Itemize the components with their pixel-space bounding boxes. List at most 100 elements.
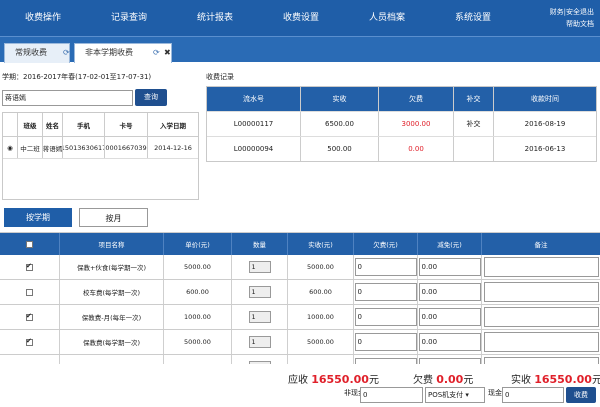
item-checkbox[interactable] <box>26 312 33 321</box>
table-header: 流水号 实收 欠费 补交 收款时间 <box>207 87 596 111</box>
owed-input[interactable]: 0 <box>354 358 417 364</box>
table-row[interactable]: 保教费(每学期一次)5000.0015000.0000.00 <box>0 330 600 355</box>
records-title: 收费记录 <box>206 73 234 81</box>
menu-reports[interactable]: 统计报表 <box>172 0 258 36</box>
term-info: 学期：2016-2017年春(17-02-01至17-07-31) <box>2 73 152 81</box>
search-input[interactable]: 蒋语嫣 <box>2 90 133 106</box>
table-row[interactable]: 保教费-月(每年一次)1000.0011000.0000.00 <box>0 305 600 330</box>
col-owed: 欠费(元) <box>354 233 418 255</box>
note-input[interactable] <box>483 257 599 277</box>
cell-paid: 1500.00 <box>288 355 354 364</box>
finance-user-link[interactable]: 财务 <box>550 8 564 16</box>
owed-cell: 0 <box>354 280 418 304</box>
note-input[interactable] <box>483 307 599 327</box>
discount-input[interactable]: 0.00 <box>418 283 481 301</box>
col-class: 班级 <box>18 113 43 136</box>
cell-item-name: 伙食费(每学期一次) <box>60 355 164 364</box>
menu-fee-settings[interactable]: 收费设置 <box>258 0 344 36</box>
help-link[interactable]: 帮助文档 <box>530 18 594 30</box>
table-row[interactable]: L00000094 500.00 0.00 2016-06-13 <box>207 136 596 161</box>
item-checkbox[interactable] <box>26 363 33 364</box>
menu-record-query[interactable]: 记录查询 <box>86 0 172 36</box>
qty-input[interactable]: 1 <box>248 336 271 348</box>
cell-time: 2016-06-13 <box>524 145 566 153</box>
discount-input[interactable]: 0.00 <box>418 333 481 351</box>
discount-input[interactable]: 0.00 <box>418 358 481 364</box>
submit-fee-button[interactable]: 收费 <box>566 387 596 403</box>
checkbox-cell <box>0 255 60 279</box>
discount-input[interactable]: 0.00 <box>418 258 481 276</box>
note-input[interactable] <box>483 332 599 352</box>
logout-link[interactable]: 安全退出 <box>566 8 594 16</box>
main-menu: 收费操作 记录查询 统计报表 收费设置 人员档案 系统设置 <box>0 0 530 36</box>
qty-input[interactable]: 1 <box>248 286 271 298</box>
cell-serial: L00000094 <box>207 137 301 161</box>
table-row[interactable]: 伙食费(每学期一次)1500.0011500.0000.00 <box>0 355 600 364</box>
table-header: 班级 姓名 手机 卡号 入学日期 <box>3 113 198 137</box>
owed-input[interactable]: 0 <box>354 308 417 326</box>
cell-item-name: 保教+伙食(每学期一次) <box>60 255 164 279</box>
noncash-input[interactable]: 0 <box>360 387 423 403</box>
col-makeup: 补交 <box>454 87 494 111</box>
cell-price: 1000.00 <box>164 305 232 329</box>
cell-item-name: 校车费(每学期一次) <box>60 280 164 304</box>
cell-date: 2014-12-16 <box>154 143 192 152</box>
chevron-down-icon: ▾ <box>465 391 469 399</box>
cell-price: 1500.00 <box>164 355 232 364</box>
owed-input[interactable]: 0 <box>354 258 417 276</box>
cell-paid: 5000.00 <box>288 255 354 279</box>
by-month-button[interactable]: 按月 <box>79 208 148 227</box>
qty-input[interactable]: 1 <box>248 261 271 273</box>
tab-bar: 常规收费 ⟳ 非本学期收费 ⟳ ✖ <box>0 36 600 63</box>
cell-makeup <box>454 137 494 161</box>
query-button[interactable]: 查询 <box>135 89 167 106</box>
note-input[interactable] <box>483 282 599 302</box>
discount-cell: 0.00 <box>418 330 482 354</box>
col-item-name: 项目名称 <box>60 233 164 255</box>
menu-fee-operation[interactable]: 收费操作 <box>0 0 86 36</box>
item-checkbox[interactable] <box>26 288 33 296</box>
select-all-checkbox[interactable] <box>26 240 33 248</box>
item-checkbox[interactable] <box>26 337 33 346</box>
note-cell <box>482 305 600 329</box>
owed-input[interactable]: 0 <box>354 283 417 301</box>
qty-cell: 1 <box>232 330 288 354</box>
cell-price: 5000.00 <box>164 255 232 279</box>
table-row[interactable]: L00000117 6500.00 3000.00 补交 2016-08-19 <box>207 111 596 136</box>
refresh-icon[interactable]: ⟳ <box>63 44 70 62</box>
table-row[interactable]: 校车费(每学期一次) 600.00 1 600.00 0 0.00 <box>0 280 600 305</box>
student-table: 班级 姓名 手机 卡号 入学日期 ◉ 中二班 蒋语嫣 15013630617 0… <box>2 112 199 200</box>
discount-cell: 0.00 <box>418 305 482 329</box>
menu-staff-records[interactable]: 人员档案 <box>344 0 430 36</box>
discount-input[interactable]: 0.00 <box>418 308 481 326</box>
note-input[interactable] <box>483 357 599 364</box>
qty-input[interactable]: 1 <box>248 361 271 364</box>
table-row[interactable]: ◉ 中二班 蒋语嫣 15013630617 0001667039 2014-12… <box>3 137 198 159</box>
qty-input[interactable]: 1 <box>248 311 271 323</box>
cell-paid: 500.00 <box>301 137 379 161</box>
owed-input[interactable]: 0 <box>354 333 417 351</box>
cash-input[interactable]: 0 <box>502 387 564 403</box>
item-rows: 保教+伙食(每学期一次)5000.0015000.0000.00校车费(每学期一… <box>0 255 600 364</box>
col-time: 收款时间 <box>531 95 559 103</box>
table-row[interactable]: 保教+伙食(每学期一次)5000.0015000.0000.00 <box>0 255 600 280</box>
col-card: 卡号 <box>105 113 148 136</box>
menu-system-settings[interactable]: 系统设置 <box>430 0 516 36</box>
cell-time: 2016-08-19 <box>524 120 566 128</box>
cash-label: 现金 <box>488 389 502 397</box>
col-price: 单价(元) <box>164 233 232 255</box>
note-cell <box>482 255 600 279</box>
radio-selected[interactable]: ◉ <box>3 137 18 158</box>
refresh-icon[interactable]: ⟳ <box>153 44 160 62</box>
item-checkbox[interactable] <box>26 262 33 271</box>
cell-paid: 5000.00 <box>288 330 354 354</box>
note-cell <box>482 330 600 354</box>
records-table: 流水号 实收 欠费 补交 收款时间 L00000117 6500.00 3000… <box>206 86 597 162</box>
close-icon[interactable]: ✖ <box>164 44 171 62</box>
tab-regular-fee[interactable]: 常规收费 ⟳ <box>4 43 70 63</box>
user-links: 财务|安全退出 帮助文档 <box>530 6 600 30</box>
payment-method-select[interactable]: POS机支付 ▾ <box>425 387 485 403</box>
by-term-button[interactable]: 按学期 <box>4 208 72 227</box>
tab-other-term-fee[interactable]: 非本学期收费 ⟳ ✖ <box>74 43 172 63</box>
makeup-link[interactable]: 补交 <box>454 112 494 136</box>
